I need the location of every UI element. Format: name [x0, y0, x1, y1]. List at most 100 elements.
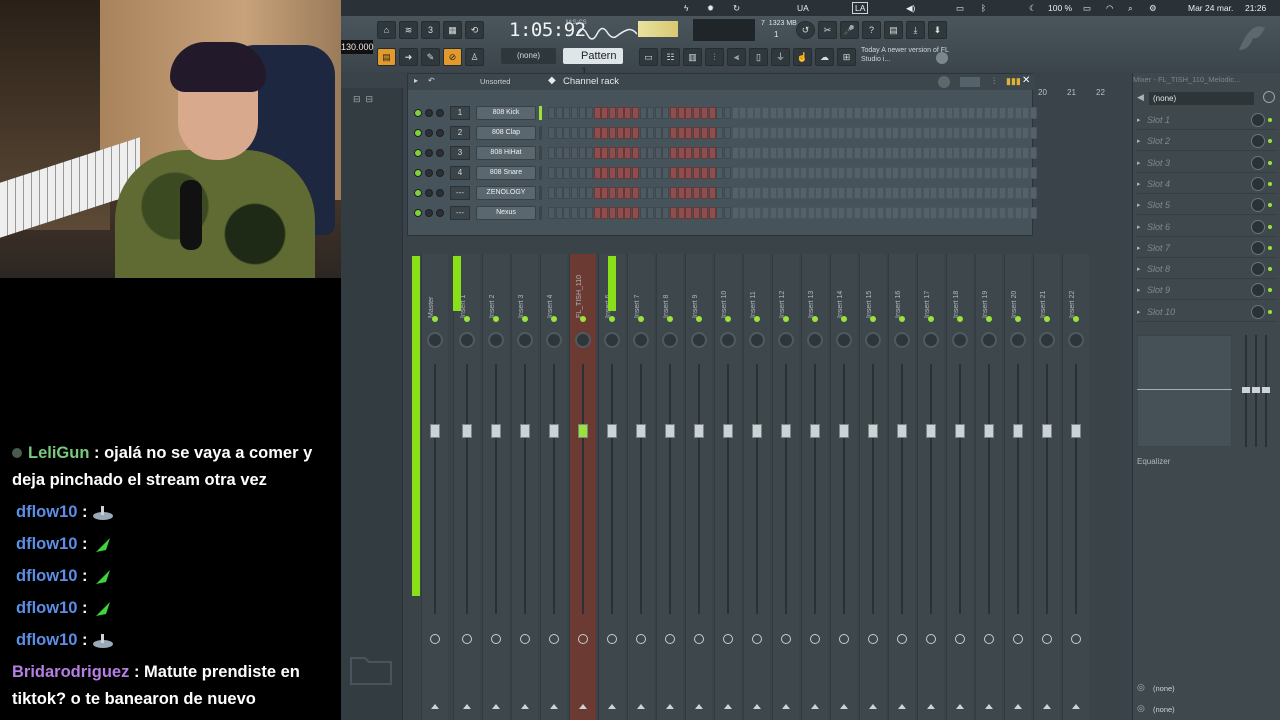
play-arrow-icon[interactable]: ▸: [414, 76, 418, 85]
fx-slot-mix-knob[interactable]: [1251, 134, 1265, 149]
step-button[interactable]: [593, 147, 601, 159]
chat-username[interactable]: dflow10: [16, 535, 77, 553]
step-button[interactable]: [662, 107, 670, 119]
mixer-strip[interactable]: Insert 18: [946, 254, 973, 720]
mixer-send-arrow[interactable]: [1043, 704, 1051, 709]
step-button[interactable]: [616, 167, 624, 179]
step-button[interactable]: [991, 107, 999, 119]
step-button[interactable]: [915, 187, 923, 199]
step-button[interactable]: [677, 187, 685, 199]
step-button[interactable]: [654, 127, 662, 139]
step-button[interactable]: [555, 187, 563, 199]
step-button[interactable]: [937, 147, 945, 159]
tempo-display[interactable]: 130.000: [341, 40, 374, 54]
step-button[interactable]: [563, 107, 570, 119]
step-button[interactable]: [876, 107, 884, 119]
step-button[interactable]: [1022, 187, 1029, 199]
step-button[interactable]: [716, 107, 723, 119]
step-button[interactable]: [677, 147, 685, 159]
step-button[interactable]: [685, 107, 693, 119]
mixer-send-arrow[interactable]: [985, 704, 993, 709]
step-button[interactable]: [930, 107, 938, 119]
step-button[interactable]: [983, 167, 991, 179]
step-button[interactable]: [830, 207, 838, 219]
step-button[interactable]: [624, 187, 632, 199]
step-button[interactable]: [983, 147, 991, 159]
step-button[interactable]: [777, 187, 785, 199]
fx-slot-mix-knob[interactable]: [1251, 155, 1265, 170]
mixer-strip[interactable]: Insert 16: [888, 254, 915, 720]
mixer-pan-knob[interactable]: [459, 332, 475, 348]
step-button[interactable]: [570, 187, 578, 199]
step-button[interactable]: [1022, 127, 1029, 139]
mixer-route-button[interactable]: [955, 634, 965, 644]
piano-roll-icon[interactable]: ▥: [683, 48, 702, 66]
step-button[interactable]: [998, 127, 1006, 139]
save-icon[interactable]: ▤: [884, 21, 903, 39]
step-button[interactable]: [854, 147, 861, 159]
step-button[interactable]: [823, 187, 831, 199]
step-button[interactable]: [976, 107, 984, 119]
step-button[interactable]: [586, 107, 594, 119]
pencil-icon[interactable]: ✎: [421, 48, 440, 66]
step-button[interactable]: [654, 167, 662, 179]
channel-volume-knob[interactable]: [436, 209, 444, 217]
step-button[interactable]: [815, 127, 823, 139]
step-button[interactable]: [983, 187, 991, 199]
step-button[interactable]: [922, 107, 930, 119]
step-button[interactable]: [563, 187, 570, 199]
channel-pan-knob[interactable]: [425, 209, 433, 217]
metronome-icon[interactable]: ⌂: [377, 21, 396, 39]
step-button[interactable]: [876, 127, 884, 139]
close-icon[interactable]: ✕: [1022, 75, 1030, 86]
step-button[interactable]: [861, 167, 869, 179]
slot-arrow-icon[interactable]: ▸: [1137, 201, 1141, 209]
step-button[interactable]: [777, 127, 785, 139]
step-button[interactable]: [578, 187, 586, 199]
mixer-pan-knob[interactable]: [517, 332, 533, 348]
channel-mixer-track[interactable]: 3: [450, 146, 470, 160]
step-button[interactable]: [762, 127, 770, 139]
step-button[interactable]: [930, 167, 938, 179]
step-button[interactable]: [563, 167, 570, 179]
step-button[interactable]: [746, 167, 754, 179]
step-button[interactable]: [815, 167, 823, 179]
step-button[interactable]: [930, 127, 938, 139]
mixer-pan-knob[interactable]: [807, 332, 823, 348]
mixer-route-button[interactable]: [868, 634, 878, 644]
slot-arrow-icon[interactable]: ▸: [1137, 116, 1141, 124]
step-button[interactable]: [708, 167, 716, 179]
master-volume-meter[interactable]: [638, 21, 678, 37]
step-button[interactable]: [639, 107, 647, 119]
mixer-fader[interactable]: [1042, 424, 1052, 438]
step-button[interactable]: [746, 107, 754, 119]
fx-slot-enable[interactable]: [1268, 118, 1272, 122]
step-button[interactable]: [869, 207, 876, 219]
step-button[interactable]: [1014, 107, 1022, 119]
step-button[interactable]: [884, 107, 892, 119]
step-button[interactable]: [800, 167, 808, 179]
mixer-route-button[interactable]: [491, 634, 501, 644]
fx-slot[interactable]: ▸ Slot 8: [1137, 260, 1277, 280]
step-button[interactable]: [792, 127, 800, 139]
mixer-strip-enable[interactable]: [522, 316, 528, 322]
step-button[interactable]: [899, 147, 907, 159]
step-button[interactable]: [991, 207, 999, 219]
step-button[interactable]: [915, 127, 923, 139]
mixer-output-selector[interactable]: (none): [1153, 705, 1175, 714]
step-button[interactable]: [631, 127, 639, 139]
fx-slot-mix-knob[interactable]: [1251, 240, 1265, 255]
step-button[interactable]: [784, 187, 792, 199]
step-button[interactable]: [647, 187, 655, 199]
fx-slot[interactable]: ▸ Slot 10: [1137, 303, 1277, 322]
mixer-pan-knob[interactable]: [981, 332, 997, 348]
channel-mute-led[interactable]: [414, 129, 422, 137]
step-button[interactable]: [769, 187, 777, 199]
mixer-strip-enable[interactable]: [870, 316, 876, 322]
add-folder-icon[interactable]: [349, 648, 393, 688]
step-button[interactable]: [815, 207, 823, 219]
mixer-pan-knob[interactable]: [894, 332, 910, 348]
mixer-send-arrow[interactable]: [811, 704, 819, 709]
channel-mute-led[interactable]: [414, 189, 422, 197]
mixer-send-arrow[interactable]: [431, 704, 439, 709]
